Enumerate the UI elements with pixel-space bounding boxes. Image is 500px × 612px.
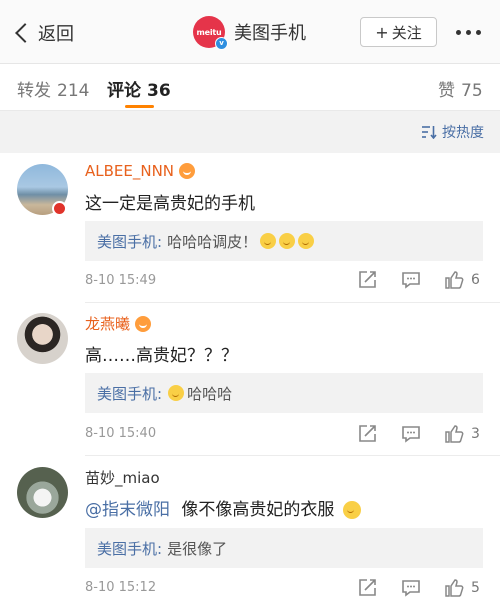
follow-label: 关注 <box>391 23 422 42</box>
reply-text: 哈哈哈调皮！ <box>167 232 258 251</box>
tab-likes[interactable]: 赞 75 <box>438 76 483 101</box>
comment-icon[interactable] <box>400 577 422 599</box>
tab-reposts[interactable]: 转发 214 <box>17 76 89 101</box>
vip-face-icon <box>179 163 196 179</box>
follow-button[interactable]: + 关注 <box>360 17 437 47</box>
active-tab-indicator <box>125 105 154 108</box>
dot-icon <box>466 30 471 35</box>
thumbs-up-icon <box>445 579 464 597</box>
comment-actions: 3 <box>356 423 480 445</box>
comment-time: 8-10 15:12 <box>85 580 157 595</box>
like-button[interactable]: 3 <box>444 424 480 444</box>
repost-icon[interactable] <box>356 423 378 445</box>
comment-text-row: @指末微阳 像不像高贵妃的衣服 <box>85 495 361 520</box>
comment-item: ALBEE_NNN 这一定是高贵妃的手机 美图手机: 哈哈哈调皮！ 8-10 1… <box>0 153 500 303</box>
emoji-icon <box>279 233 296 249</box>
comment-item: 龙燕曦 高……高贵妃？？？ 美图手机: 哈哈哈 8-10 15:40 3 <box>0 303 500 456</box>
more-options-button[interactable] <box>456 30 481 35</box>
comment-actions: 5 <box>356 577 480 599</box>
dot-icon <box>456 30 461 35</box>
like-count: 5 <box>471 580 480 596</box>
reply-box[interactable]: 美图手机: 是很像了 <box>85 528 483 568</box>
reply-box[interactable]: 美图手机: 哈哈哈 <box>85 373 483 413</box>
account-name: 美图手机 <box>234 23 306 44</box>
sort-bar: 按热度 <box>0 111 500 153</box>
tab-comments-count: 36 <box>147 81 171 101</box>
comment-username: ALBEE_NNN <box>85 162 175 180</box>
sort-by-hot-button[interactable]: 按热度 <box>421 122 484 142</box>
dot-icon <box>476 30 481 35</box>
tab-comments[interactable]: 评论 36 <box>107 76 171 101</box>
reply-text: 哈哈哈 <box>187 384 233 403</box>
comment-username-row[interactable]: 龙燕曦 <box>85 313 152 334</box>
emoji-icon <box>168 385 185 401</box>
account-header[interactable]: meitu v 美图手机 <box>193 16 306 50</box>
tab-bar: 转发 214 评论 36 赞 75 <box>0 64 500 111</box>
comment-username-row[interactable]: ALBEE_NNN <box>85 162 196 180</box>
comment-username-row[interactable]: 苗妙_miao <box>85 467 160 488</box>
logo-text: meitu <box>196 27 222 37</box>
comment-icon[interactable] <box>400 423 422 445</box>
back-button[interactable]: 返回 <box>12 18 74 48</box>
reply-author[interactable]: 美图手机: <box>97 383 162 404</box>
comment-text: 这一定是高贵妃的手机 <box>85 194 255 214</box>
back-label: 返回 <box>38 24 74 45</box>
comment-actions: 6 <box>356 269 480 291</box>
reply-text: 是很像了 <box>167 539 228 558</box>
sort-label: 按热度 <box>442 125 484 141</box>
reply-author[interactable]: 美图手机: <box>97 231 162 252</box>
comment-username: 龙燕曦 <box>85 315 131 333</box>
thumbs-up-icon <box>445 271 464 289</box>
tab-likes-label: 赞 <box>438 81 455 101</box>
comment-time: 8-10 15:40 <box>85 426 157 441</box>
chevron-left-icon <box>15 23 35 43</box>
member-badge-icon <box>52 201 67 216</box>
tab-reposts-label: 转发 <box>17 81 51 101</box>
top-nav-bar: 返回 meitu v 美图手机 + 关注 <box>0 0 500 64</box>
tab-likes-count: 75 <box>461 81 483 101</box>
thumbs-up-icon <box>445 425 464 443</box>
comment-icon[interactable] <box>400 269 422 291</box>
like-button[interactable]: 6 <box>444 270 480 290</box>
laughing-emoji-icon <box>342 501 361 519</box>
comment-time: 8-10 15:49 <box>85 273 157 288</box>
reply-box[interactable]: 美图手机: 哈哈哈调皮！ <box>85 221 483 261</box>
comment-text: 像不像高贵妃的衣服 <box>181 500 335 520</box>
tab-comments-label: 评论 <box>107 81 141 101</box>
mention-link[interactable]: @指末微阳 <box>85 500 170 520</box>
like-count: 3 <box>471 426 480 442</box>
sort-icon <box>422 126 437 139</box>
comment-text: 高……高贵妃？？？ <box>85 346 238 366</box>
vip-face-icon <box>135 315 152 332</box>
emoji-icon <box>298 233 315 249</box>
avatar[interactable] <box>17 313 68 364</box>
emoji-icon <box>260 233 277 249</box>
verified-badge-icon: v <box>215 37 228 50</box>
like-count: 6 <box>471 272 480 288</box>
like-button[interactable]: 5 <box>444 578 480 598</box>
comment-item: 苗妙_miao @指末微阳 像不像高贵妃的衣服 美图手机: 是很像了 8-10 … <box>0 456 500 612</box>
meitu-logo: meitu v <box>193 16 228 50</box>
reply-author[interactable]: 美图手机: <box>97 538 162 559</box>
comment-username: 苗妙_miao <box>85 469 160 487</box>
avatar[interactable] <box>17 467 68 518</box>
tab-reposts-count: 214 <box>57 81 90 101</box>
plus-icon: + <box>375 22 389 42</box>
repost-icon[interactable] <box>356 269 378 291</box>
repost-icon[interactable] <box>356 577 378 599</box>
